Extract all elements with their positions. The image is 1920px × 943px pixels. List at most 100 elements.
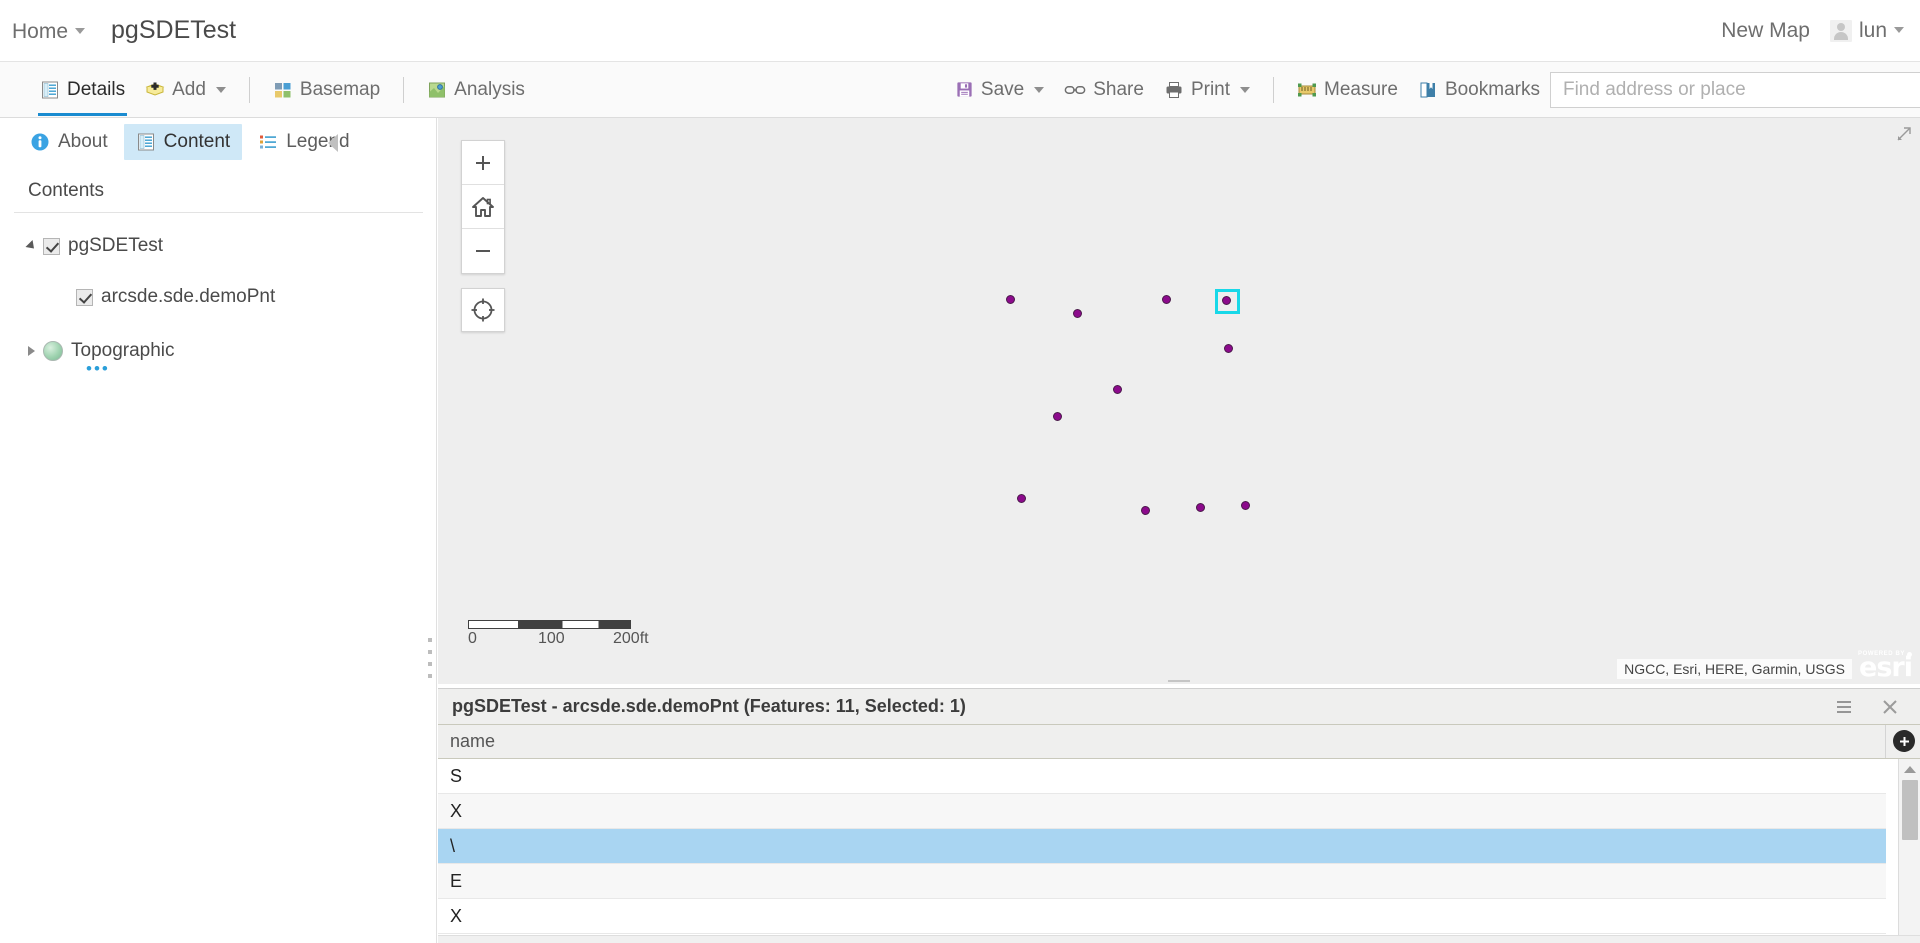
print-button[interactable]: Print [1154,68,1260,112]
basemap-label: Basemap [299,78,381,100]
measure-button[interactable]: Measure [1287,68,1408,112]
layer-visibility-checkbox[interactable] [76,288,93,306]
tab-about[interactable]: About [18,124,120,160]
map-point-feature[interactable] [1073,309,1082,318]
map-point-feature[interactable] [1113,385,1122,394]
layer-label: pgSDETest [68,235,164,256]
tab-content[interactable]: Content [123,124,243,160]
search-box [1549,71,1920,108]
zoom-out-button[interactable] [462,229,504,273]
layer-tree: pgSDETest arcsde.sde.demoPnt Topographic… [0,213,436,378]
table-cell-name: S [450,765,463,786]
table-cell-name: E [450,870,463,891]
save-icon [955,80,974,99]
table-row[interactable]: X [438,899,1886,934]
scale-label-100: 100 [538,630,565,647]
header-left: Home pgSDETest [0,16,236,45]
map-point-feature[interactable] [1017,494,1026,503]
collapse-panel-icon[interactable] [328,134,338,152]
info-icon [30,132,50,152]
printer-icon [1164,80,1184,100]
close-icon [1883,699,1897,714]
map-point-feature[interactable] [1241,501,1250,510]
chevron-down-icon [75,28,86,34]
layer-item-pgsdetest[interactable]: pgSDETest [25,229,436,263]
scale-bar-labels: 0 100 200ft [468,630,668,650]
layer-visibility-checkbox[interactable] [43,237,60,255]
locate-button[interactable] [461,288,505,332]
table-scrollbar[interactable] [1898,759,1920,943]
table-row[interactable]: S [438,759,1886,794]
panel-resize-handle[interactable] [428,638,436,678]
attribute-table-header: pgSDETest - arcsde.sde.demoPnt (Features… [438,689,1920,725]
table-cell-name: X [450,905,463,926]
user-menu[interactable]: lun [1829,19,1904,43]
add-button[interactable]: Add [135,68,236,112]
zoom-control-stack [461,140,505,274]
map-resize-handle[interactable] [438,678,1920,684]
table-row[interactable]: X [438,794,1886,829]
table-row[interactable]: \ [438,829,1886,864]
left-panel: About Content Legend Contents pgSDETest … [0,118,437,943]
new-map-button[interactable]: New Map [1721,19,1810,43]
map-point-feature[interactable] [1196,503,1205,512]
attribute-table-panel: pgSDETest - arcsde.sde.demoPnt (Features… [438,688,1920,943]
home-menu[interactable]: Home [12,20,86,44]
map-point-feature[interactable] [1224,344,1233,353]
scrollbar-thumb[interactable] [1902,780,1918,840]
tab-legend[interactable]: Legend [246,124,361,160]
add-layer-icon [145,80,165,100]
basemap-icon [273,80,293,100]
column-header-name[interactable]: name [438,725,1886,758]
details-button[interactable]: Details [30,68,135,116]
map-canvas[interactable]: 0 100 200ft NGCC, Esri, HERE, Garmin, US… [438,118,1920,684]
toolbar-right-group [1549,71,1920,108]
expand-map-icon[interactable] [1893,123,1915,145]
table-options-menu-button[interactable] [1834,699,1854,715]
panel-tabs: About Content Legend [0,118,436,166]
tab-content-label: Content [163,131,231,152]
home-button[interactable] [462,185,504,229]
map-controls [461,140,505,332]
tab-about-label: About [58,131,108,152]
map-point-feature[interactable] [1162,295,1171,304]
attribute-table-column-header: name [438,725,1920,759]
print-label: Print [1190,78,1231,100]
close-table-button[interactable] [1880,697,1900,717]
handle-dot [428,662,432,666]
save-button[interactable]: Save [945,68,1054,112]
bookmarks-button[interactable]: Bookmarks [1408,68,1550,112]
expand-collapse-icon[interactable] [25,239,38,253]
tab-legend-label: Legend [286,131,350,152]
handle-dot [428,650,432,654]
measure-label: Measure [1324,78,1398,100]
analysis-label: Analysis [454,78,525,100]
table-bottom-strip [438,935,1920,943]
share-label: Share [1093,78,1144,100]
plus-circle-icon [1899,736,1909,746]
bookmarks-label: Bookmarks [1444,78,1540,100]
add-field-button[interactable] [1893,730,1915,752]
layer-item-demopnt[interactable]: arcsde.sde.demoPnt [28,280,436,314]
analysis-button[interactable]: Analysis [417,68,535,112]
loading-indicator: ••• [86,359,110,378]
bookmarks-icon [1418,80,1438,100]
page-title: pgSDETest [111,16,237,44]
chevron-up-icon [1903,765,1916,773]
table-row[interactable]: E [438,864,1886,899]
share-button[interactable]: Share [1054,68,1154,112]
scroll-up-button[interactable] [1899,759,1920,779]
map-point-feature[interactable] [1222,296,1231,305]
map-attribution: NGCC, Esri, HERE, Garmin, USGS [1617,659,1852,679]
map-point-feature[interactable] [1053,412,1062,421]
chevron-down-icon [1034,86,1045,93]
zoom-in-button[interactable] [462,141,504,185]
map-point-feature[interactable] [1006,295,1015,304]
locate-icon [471,298,495,322]
scale-bar: 0 100 200ft [468,620,668,650]
basemap-button[interactable]: Basemap [263,68,390,112]
map-point-feature[interactable] [1141,506,1150,515]
search-input[interactable] [1550,72,1920,107]
toolbar-divider [403,76,405,103]
expand-collapse-icon[interactable] [28,346,35,356]
